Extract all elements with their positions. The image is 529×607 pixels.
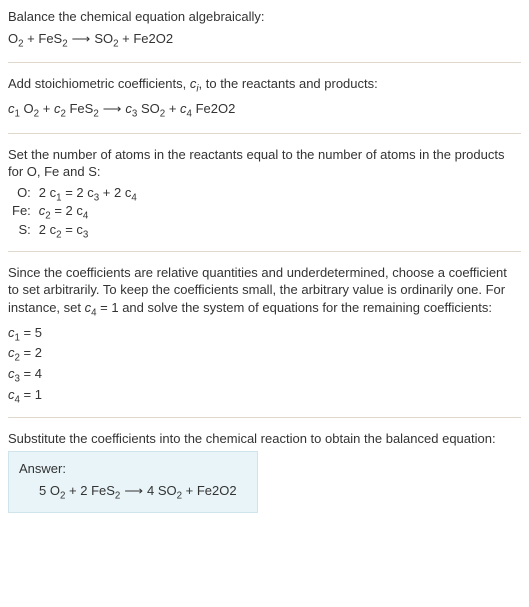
coeff-line: c3 = 4	[8, 365, 521, 386]
solve-intro-b: = 1 and solve the system of equations fo…	[97, 300, 492, 315]
plus2: +	[165, 101, 180, 116]
element-fe: Fe:	[8, 203, 35, 222]
rhs-sub: 4	[83, 211, 88, 222]
eq-so2: SO	[94, 31, 113, 46]
eq-fe2o2: + Fe2O2	[119, 31, 174, 46]
section-atoms: Set the number of atoms in the reactants…	[8, 146, 521, 252]
answer-label: Answer:	[19, 460, 247, 478]
answer-equation: 5 O2 + 2 FeS2 ⟶ 4 SO2 + Fe2O2	[19, 482, 247, 503]
eq-fes2: + FeS	[24, 31, 63, 46]
stoich-intro-b: , to the reactants and products:	[199, 76, 378, 91]
equation-fe: c2 = 2 c4	[35, 203, 141, 222]
table-row: S: 2 c2 = c3	[8, 222, 141, 241]
arrow-icon-2: ⟶	[103, 100, 122, 118]
section-answer: Substitute the coefficients into the che…	[8, 430, 521, 524]
stoich-intro-a: Add stoichiometric coefficients,	[8, 76, 190, 91]
section-problem: Balance the chemical equation algebraica…	[8, 8, 521, 63]
coeff-line: c1 = 5	[8, 324, 521, 345]
atoms-intro: Set the number of atoms in the reactants…	[8, 146, 521, 181]
rhs-sub2: 4	[131, 192, 136, 203]
cv-val: = 2	[20, 345, 42, 360]
cv-val: = 1	[20, 387, 42, 402]
stoich-intro: Add stoichiometric coefficients, ci, to …	[8, 75, 521, 96]
eq: = c	[62, 222, 83, 237]
problem-intro: Balance the chemical equation algebraica…	[8, 8, 521, 26]
arrow-icon: ⟶	[72, 30, 91, 48]
table-row: Fe: c2 = 2 c4	[8, 203, 141, 222]
element-o: O:	[8, 185, 35, 204]
problem-equation: O2 + FeS2 ⟶ SO2 + Fe2O2	[8, 30, 521, 51]
equation-o: 2 c1 = 2 c3 + 2 c4	[35, 185, 141, 204]
atom-table: O: 2 c1 = 2 c3 + 2 c4 Fe: c2 = 2 c4 S: 2…	[8, 185, 141, 241]
cv-val: = 5	[20, 325, 42, 340]
solve-intro: Since the coefficients are relative quan…	[8, 264, 521, 320]
sp-so2: SO	[137, 101, 159, 116]
arrow-icon-3: ⟶	[124, 482, 143, 500]
ans-fes2: + 2 FeS	[65, 483, 115, 498]
ans-o2: 5 O	[39, 483, 60, 498]
ans-fes2-sub: 2	[115, 490, 120, 501]
ans-fe2o2: + Fe2O2	[182, 483, 237, 498]
cv-val: = 4	[20, 366, 42, 381]
coeff-line: c2 = 2	[8, 344, 521, 365]
eq: = 2 c	[62, 185, 94, 200]
sp-fes2-sub: 2	[93, 109, 98, 120]
sp-fes2: FeS	[66, 101, 93, 116]
equation-s: 2 c2 = c3	[35, 222, 141, 241]
mid: + 2 c	[99, 185, 131, 200]
lhs: 2 c	[39, 185, 56, 200]
lhs: 2 c	[39, 222, 56, 237]
coefficients-list: c1 = 5 c2 = 2 c3 = 4 c4 = 1	[8, 324, 521, 407]
plus1: +	[39, 101, 54, 116]
section-stoich: Add stoichiometric coefficients, ci, to …	[8, 75, 521, 134]
stoich-equation: c1 O2 + c2 FeS2 ⟶ c3 SO2 + c4 Fe2O2	[8, 100, 521, 121]
eq-fes2-sub: 2	[62, 38, 67, 49]
section-solve: Since the coefficients are relative quan…	[8, 264, 521, 418]
sp-o2: O	[20, 101, 34, 116]
element-s: S:	[8, 222, 35, 241]
ans-so2: 4 SO	[147, 483, 177, 498]
coeff-line: c4 = 1	[8, 386, 521, 407]
eq: = 2 c	[51, 203, 83, 218]
sp-fe2o2: Fe2O2	[192, 101, 235, 116]
answer-box: Answer: 5 O2 + 2 FeS2 ⟶ 4 SO2 + Fe2O2	[8, 451, 258, 513]
substitute-intro: Substitute the coefficients into the che…	[8, 430, 521, 448]
table-row: O: 2 c1 = 2 c3 + 2 c4	[8, 185, 141, 204]
rhs-sub: 3	[83, 230, 88, 241]
eq-o2: O	[8, 31, 18, 46]
